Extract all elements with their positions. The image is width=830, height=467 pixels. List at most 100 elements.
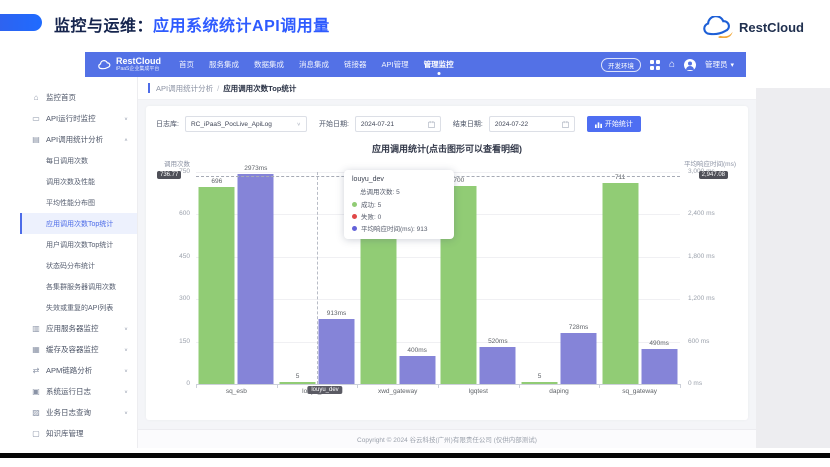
nav-item-label: 首页: [179, 60, 194, 69]
sidebar-item[interactable]: ▢ 知识库管理: [20, 423, 137, 444]
brand-name: RestCloud: [739, 20, 804, 35]
bar-value-label: 913ms: [327, 310, 347, 317]
sidebar-item-label: 各集群服务器调用次数: [46, 282, 116, 292]
log-library-value: RC_iPaaS_PocLive_ApiLog: [191, 121, 272, 128]
sidebar-item[interactable]: 应用调用次数Top统计: [20, 213, 137, 234]
sidebar-item-label: 缓存及容器监控: [46, 344, 99, 355]
nav-menu-item[interactable]: API管理: [382, 59, 409, 70]
bar-value-label: 400ms: [407, 347, 427, 354]
apps-grid-icon[interactable]: [650, 60, 660, 70]
axis-pointer-badge-left: 736.77: [157, 171, 181, 179]
knowledge-base-icon: ▢: [30, 429, 42, 438]
sidebar-item-label: 调用次数及性能: [46, 177, 95, 187]
sidebar-item-label: 业务日志查询: [46, 407, 91, 418]
sidebar-item[interactable]: 状态码分布统计: [20, 255, 137, 276]
bar-avg-response[interactable]: 728ms: [561, 333, 597, 384]
active-indicator-dot: [437, 72, 440, 75]
end-date-label: 结束日期:: [453, 119, 483, 129]
sidebar-item[interactable]: 调用次数及性能: [20, 171, 137, 192]
chevron-down-icon: ∨: [124, 116, 128, 121]
sidebar-item[interactable]: ▨ 业务日志查询 ∨: [20, 402, 137, 423]
nav-menu-item[interactable]: 消息集成: [299, 59, 329, 70]
start-date-label: 开始日期:: [319, 119, 349, 129]
sidebar-item[interactable]: 每日调用次数: [20, 150, 137, 171]
bar-value-label: 490ms: [649, 340, 669, 347]
x-tick-label: sq_gateway: [622, 388, 657, 395]
start-stats-button[interactable]: 开始统计: [587, 116, 641, 132]
sidebar-item[interactable]: ▣系统运行日志∨: [20, 381, 137, 402]
home-icon: ⌂: [30, 93, 42, 102]
content-card: 日志库: RC_iPaaS_PocLive_ApiLog ∨ 开始日期: 202…: [146, 106, 748, 420]
sidebar-item[interactable]: 失效或重复的API列表: [20, 297, 137, 318]
legend-dot-icon: [352, 202, 357, 207]
bar-value-label: 2973ms: [244, 165, 267, 172]
top-nav: RestCloud iPaaS企业集成平台 首页 服务集成 数据集成 消息集成 链接器 A…: [85, 52, 746, 77]
nav-menu-item[interactable]: 首页: [179, 59, 194, 70]
slide-title-highlight: 应用系统统计API调用量: [153, 18, 330, 35]
sidebar-item-label: 知识库管理: [46, 428, 84, 439]
bar-group: 5913ms: [280, 319, 355, 384]
sidebar-item[interactable]: ▦缓存及容器监控∨: [20, 339, 137, 360]
x-tick-label: lgqtest: [469, 388, 488, 395]
breadcrumb-current: 应用调用次数Top统计: [223, 83, 296, 94]
sidebar-item-label: 应用服务器监控: [46, 323, 99, 334]
breadcrumb-accent-bar: [148, 83, 150, 93]
nav-menu-item[interactable]: 链接器: [344, 59, 367, 70]
business-log-icon: ▨: [30, 408, 42, 417]
bar-call-count[interactable]: 711: [602, 183, 638, 384]
log-library-label: 日志库:: [156, 119, 179, 129]
nav-brand[interactable]: RestCloud iPaaS企业集成平台: [85, 57, 171, 72]
x-tick-mark: [680, 384, 681, 388]
y-tick-label-right: 0 ms: [684, 380, 738, 388]
bar-call-count[interactable]: 696: [199, 187, 235, 384]
bar-value-label: 700: [453, 177, 464, 184]
chevron-down-icon: ∨: [124, 326, 128, 331]
nav-menu-item[interactable]: 数据集成: [254, 59, 284, 70]
sidebar-item[interactable]: ▤API调用统计分析∧: [20, 129, 137, 150]
avatar[interactable]: [684, 59, 696, 71]
breadcrumb-parent[interactable]: API调用统计分析: [156, 83, 213, 94]
chevron-down-icon: ∨: [124, 410, 128, 415]
bar-avg-response[interactable]: 490ms: [641, 349, 677, 384]
sidebar-item[interactable]: ⇄APM链路分析∨: [20, 360, 137, 381]
env-badge[interactable]: 开发环境: [601, 58, 641, 72]
end-date-value: 2024-07-22: [495, 121, 528, 128]
bar-avg-response[interactable]: 913ms: [319, 319, 355, 384]
chevron-down-icon: ∨: [124, 389, 128, 394]
nav-item-label: 管理监控: [424, 60, 454, 69]
x-tick-label: sq_esb: [226, 388, 247, 395]
breadcrumb-separator: /: [217, 84, 219, 93]
end-date-input[interactable]: 2024-07-22: [489, 116, 575, 132]
start-date-input[interactable]: 2024-07-21: [355, 116, 441, 132]
bar-value-label: 5: [538, 373, 542, 380]
tooltip-row-text: 平均响应时间(ms): 913: [361, 223, 427, 233]
sidebar-item[interactable]: 平均性能分布图: [20, 192, 137, 213]
tooltip-row: 成功: 5: [352, 199, 446, 209]
sidebar-item[interactable]: ⌂监控首页: [20, 87, 137, 108]
bar-call-count[interactable]: 5: [280, 382, 316, 384]
tooltip-summary: 总调用次数: 5: [360, 186, 446, 196]
nav-brand-name: RestCloud: [116, 57, 161, 66]
user-menu[interactable]: 管理员 ▾: [705, 59, 734, 70]
bar-avg-response[interactable]: 520ms: [480, 347, 516, 384]
start-stats-label: 开始统计: [605, 119, 633, 129]
title-accent-pill: [0, 14, 42, 31]
sidebar-item[interactable]: ▥应用服务器监控∨: [20, 318, 137, 339]
home-icon[interactable]: ⌂: [669, 60, 675, 70]
slide: 监控与运维：应用系统统计API调用量 RestCloud RestCloud i…: [0, 0, 830, 467]
nav-menu-item[interactable]: 服务集成: [209, 59, 239, 70]
y-axis-name-left: 调用次数: [164, 158, 190, 168]
sidebar-item[interactable]: 用户调用次数Top统计: [20, 234, 137, 255]
bar-avg-response[interactable]: 2973ms: [238, 174, 274, 384]
sidebar-item[interactable]: 各集群服务器调用次数: [20, 276, 137, 297]
log-library-select[interactable]: RC_iPaaS_PocLive_ApiLog ∨: [185, 116, 307, 132]
chevron-up-icon: ∧: [124, 137, 128, 142]
sidebar: ⌂监控首页▭API运行时监控∨▤API调用统计分析∧每日调用次数调用次数及性能平…: [20, 77, 138, 448]
bar-avg-response[interactable]: 400ms: [399, 356, 435, 384]
sidebar-item[interactable]: ▭API运行时监控∨: [20, 108, 137, 129]
user-icon: [685, 60, 695, 70]
sidebar-item-label: 失效或重复的API列表: [46, 303, 113, 313]
bar-value-label: 520ms: [488, 338, 508, 345]
bar-call-count[interactable]: 5: [522, 382, 558, 384]
nav-menu-item[interactable]: 管理监控: [424, 59, 454, 70]
